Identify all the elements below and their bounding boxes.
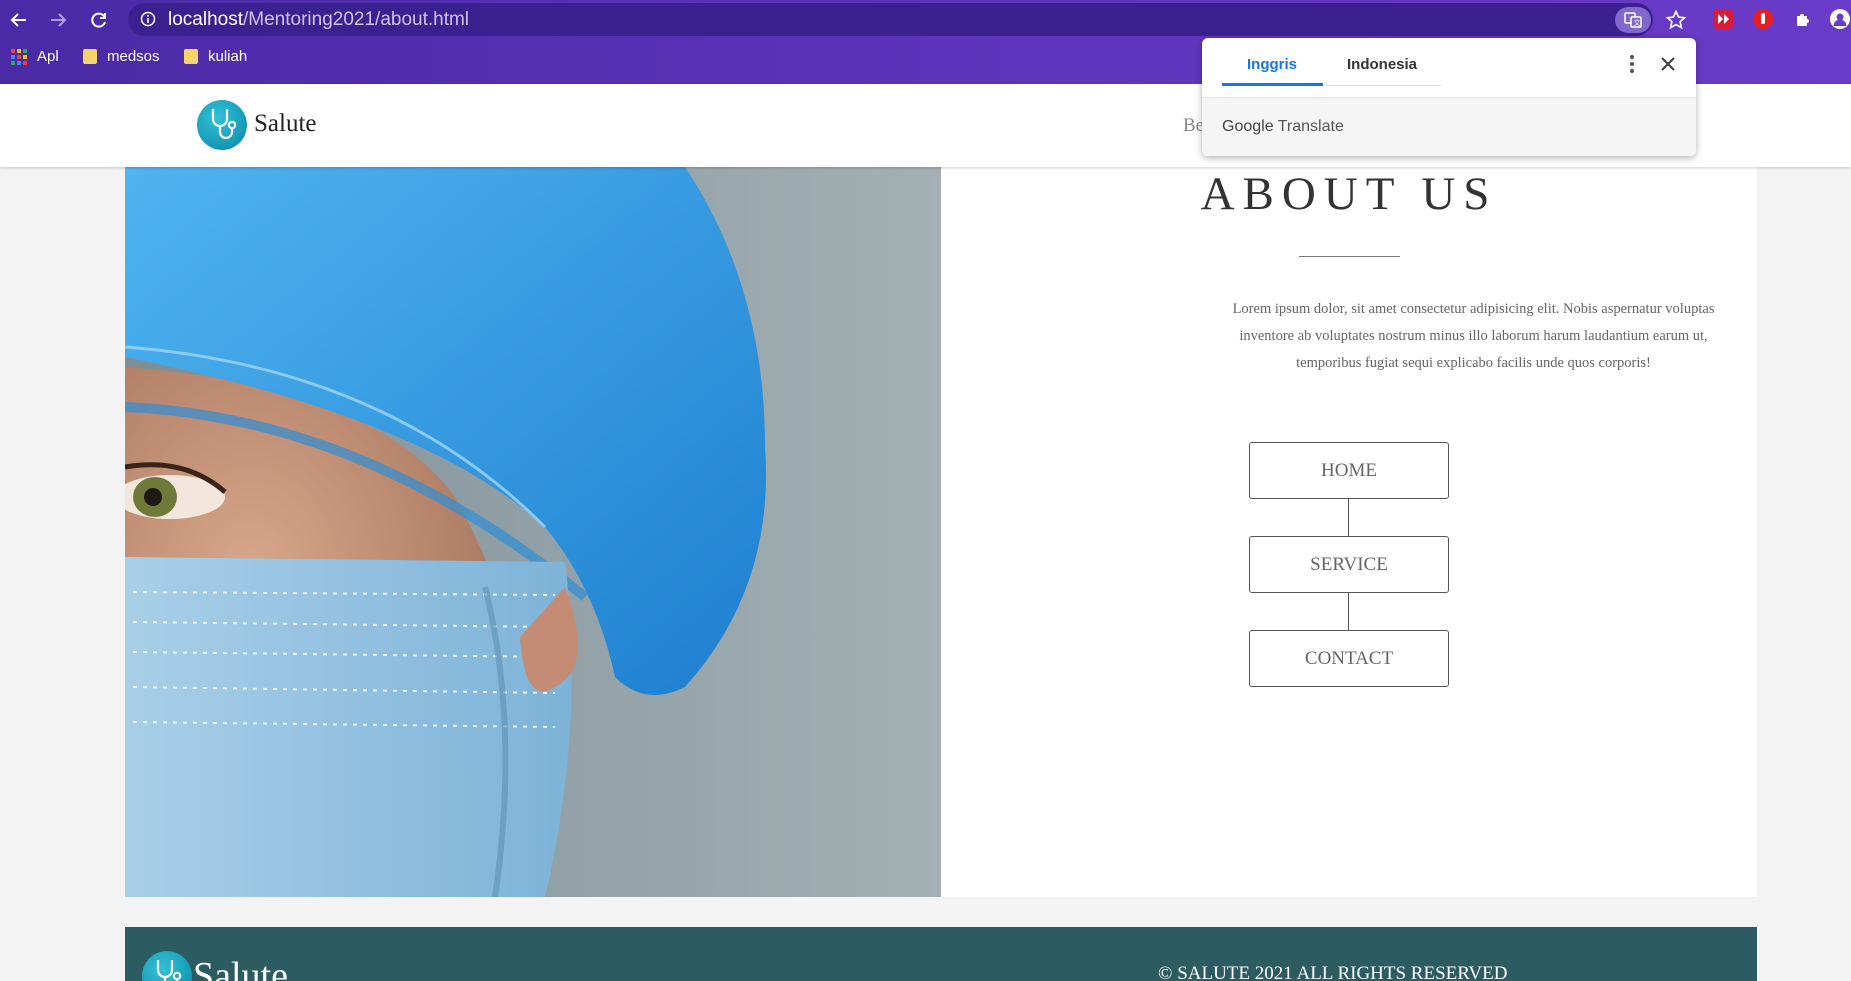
footer-brand[interactable]: Salute [193, 954, 288, 981]
tab-indonesia[interactable]: Indonesia [1347, 56, 1417, 73]
tab-underline [1323, 85, 1441, 86]
title-divider [1299, 256, 1400, 257]
url-path: /Mentoring2021/about.html [243, 9, 470, 30]
copyright-label: SALUTE 2021 ALL RIGHTS RESERVED [1177, 963, 1508, 981]
site-footer: Salute © SALUTE 2021 ALL RIGHTS RESERVED [125, 927, 1757, 981]
bookmark-medsos[interactable]: medsos [83, 48, 160, 65]
profile-avatar-icon[interactable] [1830, 9, 1850, 29]
translate-wordmark: Translate [1277, 118, 1344, 135]
bookmark-kuliah[interactable]: kuliah [184, 48, 247, 65]
bookmark-star-icon[interactable] [1665, 9, 1687, 31]
google-wordmark: Google [1222, 118, 1274, 135]
url-text: localhost/Mentoring2021/about.html [168, 9, 469, 31]
doctor-photo [125, 167, 941, 897]
extensions-puzzle-icon[interactable] [1793, 9, 1813, 29]
url-host: localhost [168, 9, 243, 30]
menu-connector [1348, 499, 1349, 538]
home-button[interactable]: HOME [1249, 442, 1449, 499]
bookmark-label: kuliah [208, 48, 248, 65]
close-icon[interactable] [1656, 52, 1680, 76]
back-button[interactable] [5, 6, 33, 34]
doctor-illustration [125, 167, 766, 897]
adblock-icon[interactable] [1753, 9, 1773, 29]
popup-footer: Google Translate [1202, 98, 1696, 156]
browser-toolbar: localhost/Mentoring2021/about.html 文 [0, 0, 1851, 40]
bookmark-label: Apl [37, 48, 59, 65]
info-icon[interactable] [140, 11, 156, 27]
about-section: ABOUT US Lorem ipsum dolor, sit amet con… [125, 167, 1757, 897]
extension-red-icon[interactable] [1713, 9, 1733, 29]
google-translate-brand: Google Translate [1222, 118, 1344, 136]
forward-button[interactable] [44, 6, 72, 34]
google-translate-popup: Inggris Indonesia Google Translate [1202, 38, 1696, 156]
arrow-right-icon [51, 13, 67, 27]
apps-grid-icon [11, 48, 27, 65]
site-brand[interactable]: Salute [254, 110, 317, 138]
bookmark-apps[interactable]: Apl [11, 48, 59, 65]
menu-connector [1348, 593, 1349, 632]
more-options-icon[interactable] [1620, 52, 1644, 76]
copyright-symbol: © [1158, 963, 1173, 981]
svg-text:文: 文 [1634, 18, 1641, 27]
page-title: ABOUT US [1200, 168, 1498, 220]
nav-link-beranda[interactable]: Be [1183, 115, 1204, 137]
reload-button[interactable] [85, 6, 113, 34]
contact-button[interactable]: CONTACT [1249, 630, 1449, 687]
reload-icon [91, 12, 106, 28]
translate-icon: 文 [1624, 12, 1642, 28]
stethoscope-logo-icon[interactable] [142, 951, 192, 981]
arrow-left-icon [10, 13, 26, 27]
service-button[interactable]: SERVICE [1249, 536, 1449, 593]
tab-inggris[interactable]: Inggris [1247, 56, 1297, 73]
active-tab-indicator [1222, 83, 1323, 86]
bookmark-label: medsos [107, 48, 160, 65]
address-bar[interactable]: localhost/Mentoring2021/about.html 文 [128, 3, 1687, 36]
stethoscope-logo-icon[interactable] [197, 100, 247, 150]
translate-page-button[interactable]: 文 [1615, 7, 1651, 33]
copyright-text: © SALUTE 2021 ALL RIGHTS RESERVED [1158, 963, 1507, 981]
about-description: Lorem ipsum dolor, sit amet consectetur … [1232, 301, 1715, 371]
folder-icon [83, 49, 97, 64]
folder-icon [184, 49, 198, 64]
